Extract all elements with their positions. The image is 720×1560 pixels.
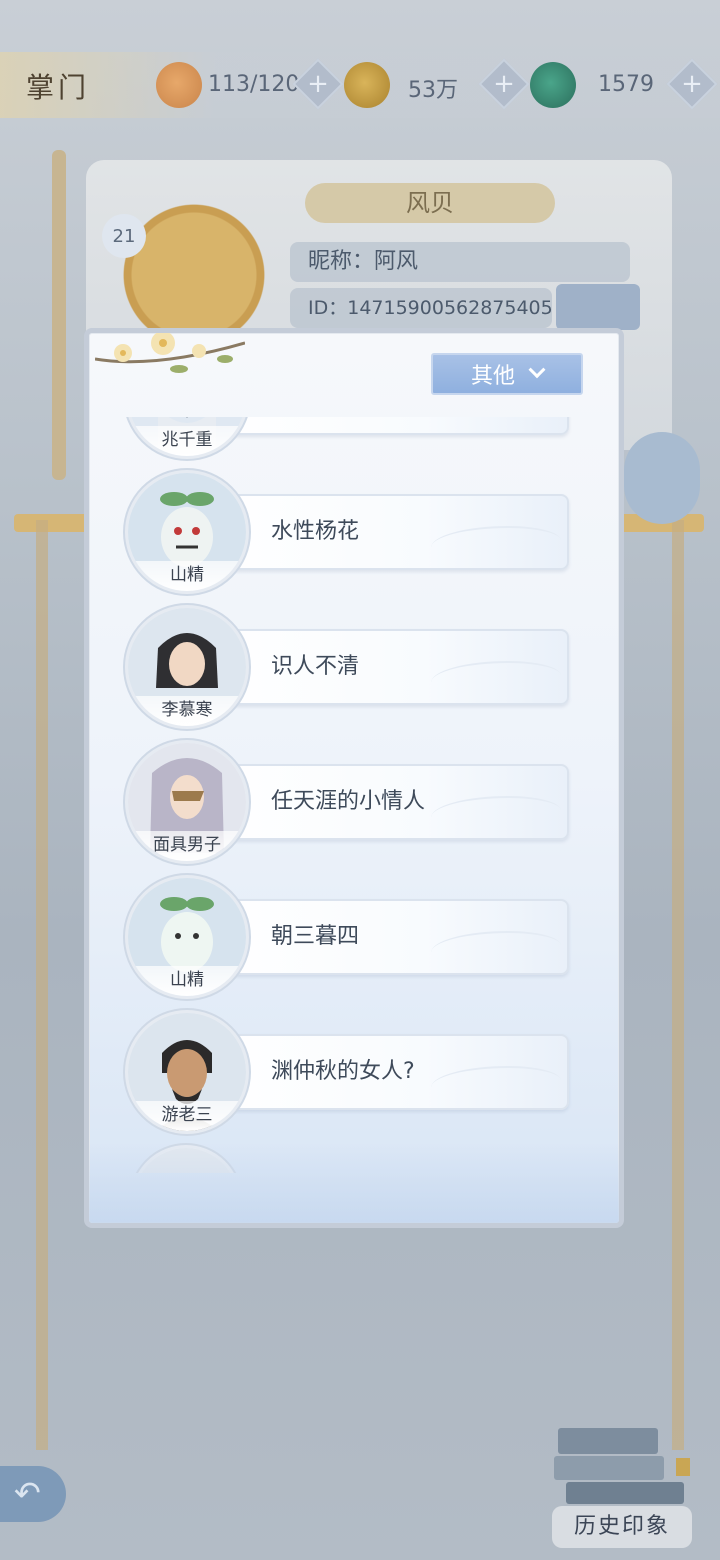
impression-pill: 朝三暮四 xyxy=(209,899,569,975)
blossom-branch-icon xyxy=(95,333,245,373)
cloud-swirl-decoration xyxy=(431,931,561,967)
impression-text: 渊仲秋的女人? xyxy=(271,1059,415,1084)
character-name: 兆千重 xyxy=(128,426,246,456)
impression-text: 朝三暮四 xyxy=(271,924,360,949)
character-avatar[interactable]: 山精 xyxy=(125,470,249,594)
frame-post-right xyxy=(672,520,684,1450)
cat-face-icon xyxy=(156,62,202,108)
back-arrow-icon: ↶ xyxy=(14,1474,41,1512)
frame-post-left xyxy=(36,520,48,1450)
gold-value: 53万 xyxy=(408,78,458,103)
list-item[interactable]: 任天涯的小情人 面具男子 xyxy=(89,740,619,870)
player-id: ID：1471590056287540​51 xyxy=(290,288,552,328)
books-icon xyxy=(554,1428,690,1504)
impression-list[interactable]: 兆千重 水性杨花 山精 识人不清 李慕寒 任天涯的小情人 面具男子 朝三暮四 山… xyxy=(89,417,619,1173)
cloud-swirl-decoration xyxy=(431,417,561,427)
cloud-swirl-decoration xyxy=(431,1066,561,1102)
impression-text: 水性杨花 xyxy=(271,519,360,544)
list-item[interactable]: 渊仲秋的女人? 游老三 xyxy=(89,1010,619,1140)
character-avatar[interactable]: 兆千重 xyxy=(125,417,249,459)
cloud-swirl-decoration xyxy=(431,661,561,697)
character-name: 游老三 xyxy=(128,1101,246,1131)
character-avatar[interactable]: 山精 xyxy=(125,875,249,999)
modal-cloud-decoration xyxy=(89,1143,619,1223)
impression-text: 识人不清 xyxy=(271,654,360,679)
list-item[interactable]: 水性杨花 山精 xyxy=(89,470,619,600)
impression-pill: 识人不清 xyxy=(209,629,569,705)
impression-pill: 任天涯的小情人 xyxy=(209,764,569,840)
character-name: 李慕寒 xyxy=(128,696,246,726)
outfit-avatar[interactable] xyxy=(624,432,700,524)
player-level-badge: 21 xyxy=(102,214,146,258)
filter-selected-label: 其他 xyxy=(470,364,515,389)
copy-id-button[interactable] xyxy=(556,284,640,330)
back-button[interactable]: ↶ xyxy=(0,1466,66,1522)
list-item[interactable]: 朝三暮四 山精 xyxy=(89,875,619,1005)
character-avatar[interactable]: 李慕寒 xyxy=(125,605,249,729)
history-impressions-button[interactable]: 历史印象 xyxy=(552,1506,692,1548)
jade-value: 1579 xyxy=(598,72,654,97)
character-name: 山精 xyxy=(128,966,246,996)
cloud-swirl-decoration xyxy=(431,796,561,832)
character-name: 面具男子 xyxy=(128,831,246,861)
resource-jade: 1579 xyxy=(530,62,680,108)
player-nickname: 昵称：阿风 xyxy=(290,242,630,282)
character-avatar[interactable]: 面具男子 xyxy=(125,740,249,864)
filter-dropdown[interactable]: 其他 xyxy=(431,353,583,395)
impression-pill: 渊仲秋的女人? xyxy=(209,1034,569,1110)
character-name: 山精 xyxy=(128,561,246,591)
jade-dragon-icon xyxy=(530,62,576,108)
list-item[interactable]: 兆千重 xyxy=(89,417,619,465)
impression-text: 任天涯的小情人 xyxy=(271,789,426,814)
shelf-bar-left xyxy=(14,514,94,532)
character-avatar[interactable]: 游老三 xyxy=(125,1010,249,1134)
stamina-value: 113/120 xyxy=(208,72,300,97)
scroll-rod xyxy=(52,150,66,480)
impression-list-modal: 其他 兆千重 水性杨花 山精 识人不清 李慕寒 任天涯的小情人 面具男子 朝三暮… xyxy=(84,328,624,1228)
cloud-swirl-decoration xyxy=(431,526,561,562)
player-name: 风贝 xyxy=(305,183,555,223)
gold-coin-icon xyxy=(344,62,390,108)
chevron-down-icon xyxy=(528,361,546,379)
impression-pill xyxy=(209,417,569,435)
page-title: 掌门 xyxy=(26,71,91,104)
impression-pill: 水性杨花 xyxy=(209,494,569,570)
list-item[interactable]: 识人不清 李慕寒 xyxy=(89,605,619,735)
